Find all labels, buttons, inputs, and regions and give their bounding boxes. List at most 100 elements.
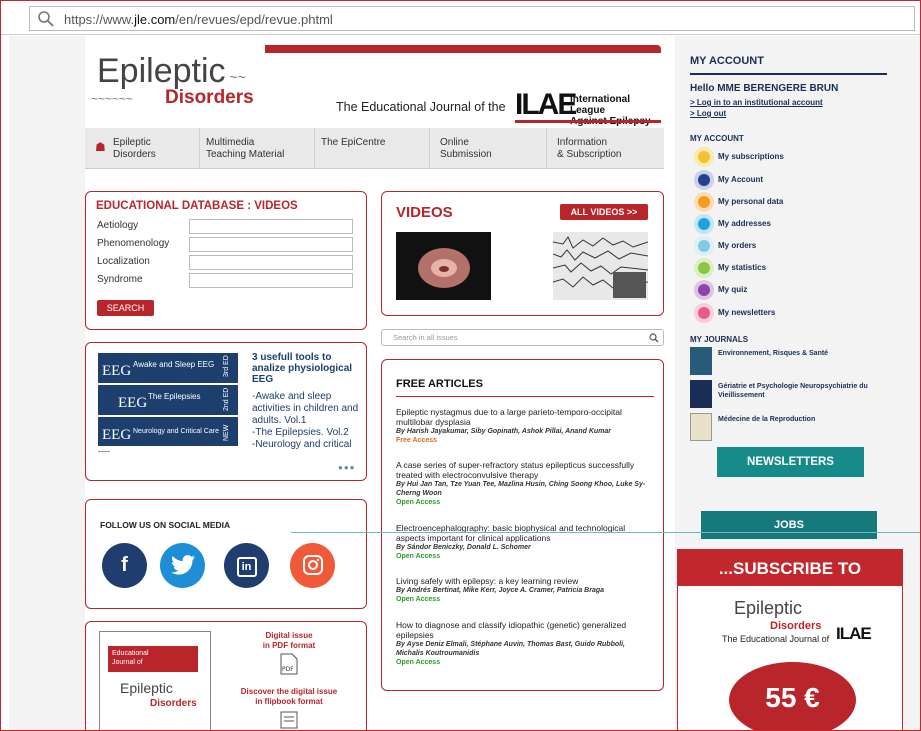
article-authors: By Harish Jayakumar, Siby Gopinath, Asho… xyxy=(396,428,611,435)
nav-label: Epileptic Disorders xyxy=(113,137,156,160)
institutional-login-link[interactable]: > Log in to an institutional account xyxy=(690,98,823,107)
digital-flipbook-link[interactable]: Discover the digital issue in flipbook fo… xyxy=(226,687,352,707)
main-nav: ☗ Epileptic Disorders Multimedia Teaching … xyxy=(85,128,664,169)
url-text: https://www.jle.com/en/revues/epd/revue.… xyxy=(64,12,333,27)
logo-disorders[interactable]: Disorders xyxy=(165,87,254,109)
nav-label: Information & Subscription xyxy=(557,137,622,160)
article-title[interactable]: A case series of super-refractory status… xyxy=(396,460,654,480)
newsletters-button[interactable]: NEWSLETTERS xyxy=(717,447,864,477)
article-authors: By Andrés Bertinat, Mike Kerr, Joyce A. … xyxy=(396,587,605,594)
journal-cover-image xyxy=(690,413,712,441)
article-authors: By Sándor Beniczky, Donald L. Schomer xyxy=(396,544,531,551)
free-articles-box: FREE ARTICLES Epileptic nystagmus due to… xyxy=(381,359,664,691)
my-account-heading: MY ACCOUNT xyxy=(690,55,764,67)
edu-title: EDUCATIONAL DATABASE : VIDEOS xyxy=(96,200,298,212)
pdf-icon[interactable]: PDF xyxy=(280,653,298,675)
svg-text:Neurology and Critical Care: Neurology and Critical Care xyxy=(133,428,219,435)
syndrome-input[interactable] xyxy=(189,273,353,288)
article-item[interactable]: Epileptic nystagmus due to a large parie… xyxy=(396,407,654,445)
video-thumbnail[interactable] xyxy=(552,232,649,300)
article-item[interactable]: How to diagnose and classify idiopathic … xyxy=(396,620,654,667)
ilae-underline xyxy=(515,120,661,123)
svg-text:EEG: EEG xyxy=(102,427,131,443)
search-button[interactable]: SEARCH xyxy=(97,300,154,316)
svg-text:EEG: EEG xyxy=(118,395,147,411)
subscribe-logo-epileptic: Epileptic xyxy=(734,598,803,618)
subscribe-box[interactable]: ...SUBSCRIBE TO Epileptic Disorders The … xyxy=(677,549,903,730)
slider-title[interactable]: 3 usefull tools to analize physiological… xyxy=(252,352,364,385)
nav-multimedia[interactable]: Multimedia Teaching Material xyxy=(200,128,315,169)
journal-cover-image xyxy=(690,380,712,408)
access-badge: Open Access xyxy=(396,596,441,603)
phenomenology-input[interactable] xyxy=(189,237,353,252)
flipbook-icon[interactable] xyxy=(280,711,298,729)
localization-input[interactable] xyxy=(189,255,353,270)
my-account-subheading: MY ACCOUNT xyxy=(690,134,744,143)
article-title[interactable]: How to diagnose and classify idiopathic … xyxy=(396,620,654,640)
aetiology-input[interactable] xyxy=(189,219,353,234)
logo-wave-icon: ~~~~~~ xyxy=(91,92,134,106)
overlay-line xyxy=(291,532,920,533)
video-thumbnail[interactable] xyxy=(396,232,491,300)
eeg-trace-image xyxy=(552,232,649,300)
browser-window: https://www.jle.com/en/revues/epd/revue.… xyxy=(0,0,921,731)
educational-database-box: EDUCATIONAL DATABASE : VIDEOS Aetiology … xyxy=(85,191,367,330)
ilae-logo[interactable]: ILAE International LeagueAgainst Epileps… xyxy=(515,88,661,127)
url-input[interactable]: https://www.jle.com/en/revues/epd/revue.… xyxy=(29,6,915,31)
free-articles-title: FREE ARTICLES xyxy=(396,378,483,390)
nav-epileptic-disorders[interactable]: ☗ Epileptic Disorders xyxy=(85,128,200,169)
subscriptions-icon xyxy=(694,147,714,167)
article-item[interactable]: Living safely with epilepsy: a key learn… xyxy=(396,576,654,604)
digital-pdf-link[interactable]: Digital issue in PDF format xyxy=(234,631,344,651)
cover-logo-epileptic: Epileptic xyxy=(120,680,173,696)
statistics-icon xyxy=(694,258,714,278)
access-badge: Free Access xyxy=(396,437,437,444)
newsletters-icon xyxy=(694,303,714,323)
site-header: Epileptic ~~ ~~~~~~ Disorders The Educat… xyxy=(85,36,675,128)
svg-text:EEG: EEG xyxy=(102,363,131,379)
videos-box: VIDEOS ALL VIDEOS >> xyxy=(381,191,664,316)
slider-dots[interactable]: ●●● xyxy=(338,463,356,472)
all-videos-button[interactable]: ALL VIDEOS >> xyxy=(560,204,648,220)
free-articles-divider xyxy=(396,396,654,397)
heading-divider xyxy=(690,73,887,75)
linkedin-icon[interactable]: in xyxy=(224,543,269,588)
subscribe-heading: ...SUBSCRIBE TO xyxy=(678,550,902,586)
price-badge: 55 € xyxy=(729,662,856,730)
instagram-icon[interactable] xyxy=(290,543,335,588)
nav-online-submission[interactable]: Online Submission xyxy=(430,128,547,169)
page: Epileptic ~~ ~~~~~~ Disorders The Educat… xyxy=(9,36,920,730)
search-icon xyxy=(38,11,54,27)
field-label-localization: Localization xyxy=(97,256,150,267)
jobs-button[interactable]: JOBS xyxy=(701,511,877,539)
nav-label: The EpiCentre xyxy=(321,137,386,148)
facebook-icon[interactable]: f xyxy=(102,543,147,588)
videos-title: VIDEOS xyxy=(396,204,453,221)
home-icon: ☗ xyxy=(95,140,106,154)
article-authors: By Hui Jan Tan, Tze Yuan Tee, Mazlina Hu… xyxy=(396,481,646,497)
logo-epileptic[interactable]: Epileptic ~~ xyxy=(97,52,246,91)
svg-text:3rd ED: 3rd ED xyxy=(223,355,230,377)
eeg-books-slider[interactable]: EEG Awake and Sleep EEG EEG The Epilepsi… xyxy=(85,342,367,481)
field-label-phenomenology: Phenomenology xyxy=(97,238,170,249)
quiz-icon xyxy=(694,280,714,300)
article-title[interactable]: Epileptic nystagmus due to a large parie… xyxy=(396,407,654,427)
nav-epicentre[interactable]: The EpiCentre xyxy=(315,128,430,169)
svg-text:2nd ED: 2nd ED xyxy=(223,388,230,411)
article-title[interactable]: Living safely with epilepsy: a key learn… xyxy=(396,576,654,586)
twitter-icon[interactable] xyxy=(160,543,205,588)
address-bar: https://www.jle.com/en/revues/epd/revue.… xyxy=(1,1,920,35)
book-covers-image: EEG Awake and Sleep EEG EEG The Epilepsi… xyxy=(98,353,238,446)
nav-information[interactable]: Information & Subscription xyxy=(547,128,664,169)
subscribe-tagline: The Educational Journal of xyxy=(722,634,830,644)
article-authors: By Ayse Deniz Elmali, Stéphane Auvin, Th… xyxy=(396,641,625,657)
digital-cover-image[interactable]: Educational Journal of Epileptic Disorder… xyxy=(99,631,211,730)
article-item[interactable]: Electroencephalography: basic biophysica… xyxy=(396,523,654,561)
subscribe-logo-disorders: Disorders xyxy=(770,620,822,632)
access-badge: Open Access xyxy=(396,659,441,666)
header-accent-bar xyxy=(265,45,661,53)
logout-link[interactable]: > Log out xyxy=(690,109,726,118)
search-issues-input[interactable]: Search in all issues xyxy=(381,329,664,346)
article-title[interactable]: Electroencephalography: basic biophysica… xyxy=(396,523,654,543)
article-item[interactable]: A case series of super-refractory status… xyxy=(396,460,654,507)
